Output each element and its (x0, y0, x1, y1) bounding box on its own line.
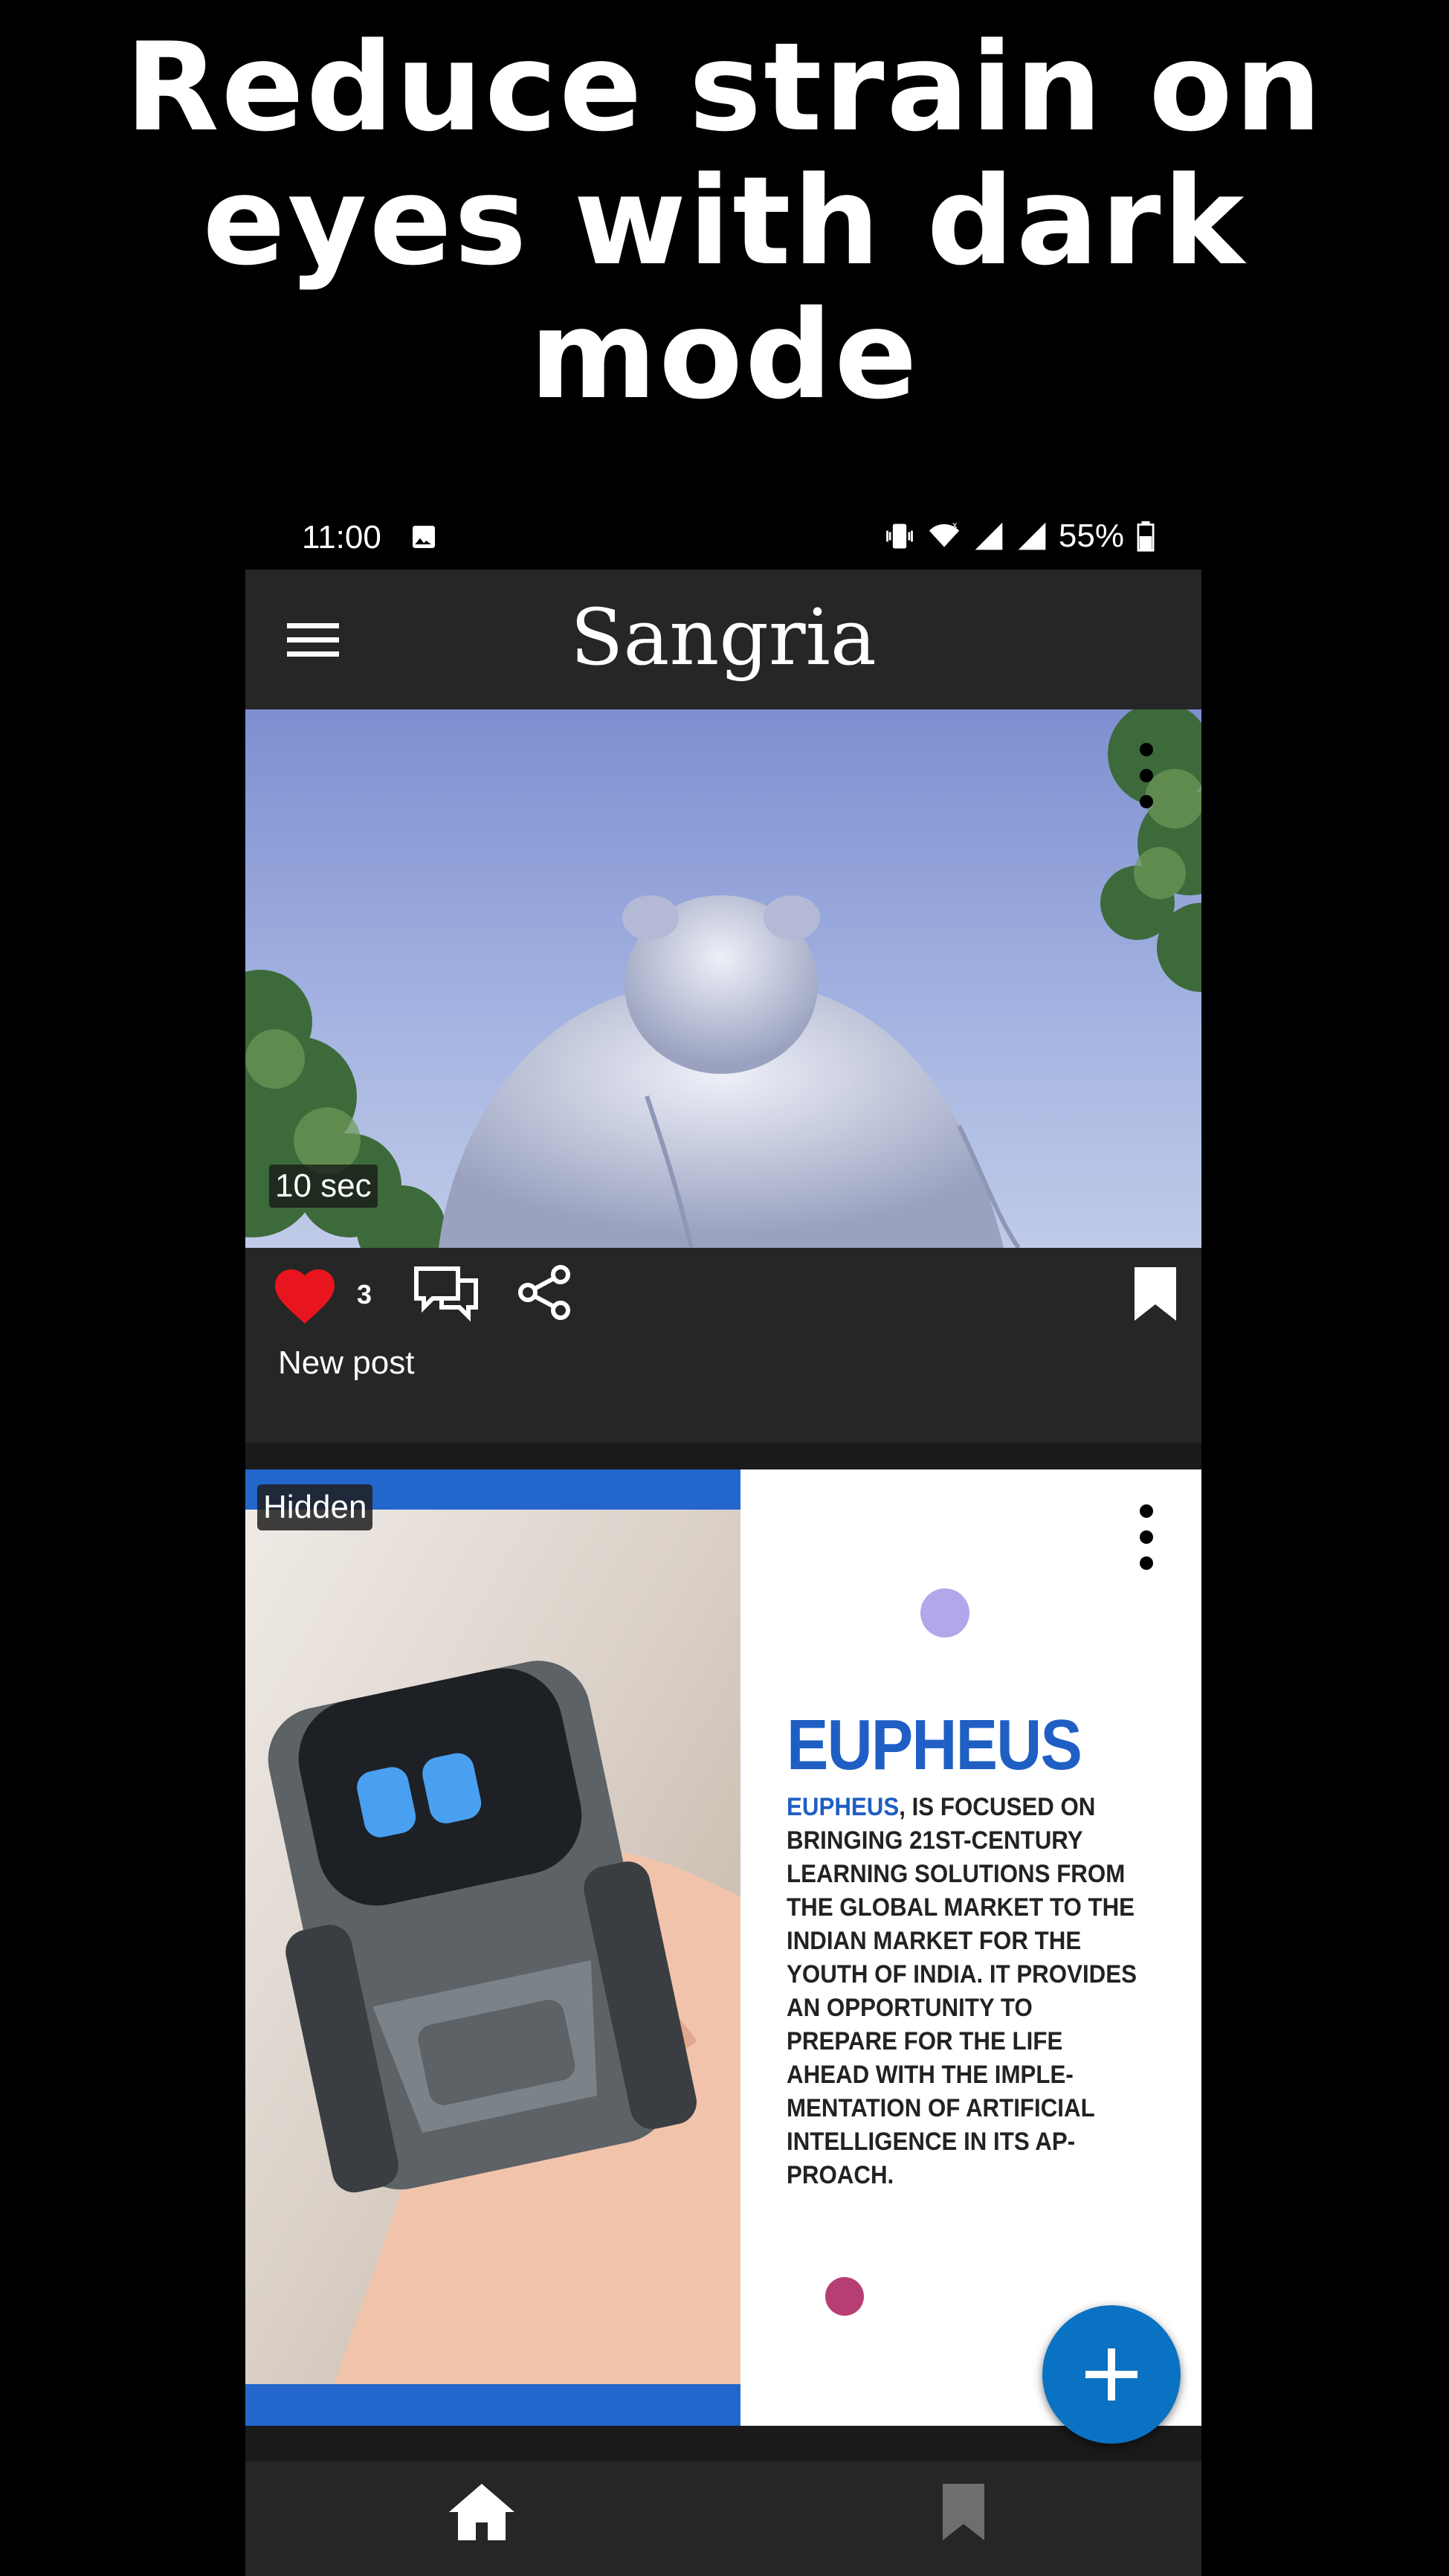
post-video[interactable]: 10 sec (245, 709, 1201, 1248)
svg-text:x: x (952, 520, 958, 530)
app-bar: Sangria (245, 570, 1201, 709)
wifi-icon: x (929, 520, 960, 547)
decor-dot (920, 1588, 969, 1638)
video-duration-badge: 10 sec (269, 1165, 378, 1208)
hidden-badge: Hidden (257, 1484, 373, 1530)
robot-photo (245, 1510, 740, 2384)
post-image-card[interactable]: Hidden EUPHEUS EUPHEUS, IS FOCUSED ON BR… (245, 1469, 1201, 2426)
app-title: Sangria (570, 592, 877, 683)
ad-title: EUPHEUS (787, 1705, 1082, 1785)
ad-text-panel: EUPHEUS EUPHEUS, IS FOCUSED ON BRINGING … (740, 1469, 1201, 2426)
home-icon[interactable] (446, 2481, 517, 2543)
share-icon[interactable] (514, 1263, 574, 1322)
image-notification-icon (413, 526, 435, 548)
bookmark-icon[interactable] (1132, 1264, 1179, 1324)
ad-body: EUPHEUS, IS FOCUSED ON BRINGING 21ST-CEN… (787, 1791, 1142, 2192)
promo-headline: Reduce strain on eyes with dark mode (125, 16, 1324, 426)
status-time: 11:00 (302, 519, 381, 556)
like-count: 3 (357, 1279, 372, 1310)
app-screen: Sangria 10 sec 3 New post Hidden EUPHEUS… (245, 570, 1201, 2576)
signal-icon (975, 522, 1003, 550)
add-post-button[interactable] (1042, 2305, 1181, 2444)
status-bar: 11:00 x 55% (245, 513, 1201, 565)
bottom-navigation (245, 2461, 1201, 2576)
battery-percent: 55% (1058, 518, 1124, 554)
vibrate-icon (886, 524, 913, 549)
decor-dot-pink (825, 2277, 864, 2316)
signal-icon-2 (1018, 522, 1046, 550)
more-vert-icon[interactable] (1132, 735, 1161, 817)
robot-photo-panel: Hidden (245, 1469, 740, 2426)
add-icon (1085, 2348, 1137, 2400)
bookmark-icon[interactable] (940, 2481, 987, 2543)
post-actions: 3 New post (245, 1248, 1201, 1443)
comment-icon[interactable] (412, 1264, 480, 1324)
heart-icon[interactable] (269, 1264, 341, 1324)
post-caption: New post (278, 1345, 415, 1381)
more-vert-icon[interactable] (1132, 1496, 1161, 1578)
ad-body-text: , IS FOCUSED ON BRINGING 21ST-CENTURY LE… (787, 1793, 1137, 2189)
ad-brand-word: EUPHEUS (787, 1793, 900, 1821)
battery-icon (1137, 521, 1155, 552)
video-thumbnail (245, 709, 1201, 1248)
